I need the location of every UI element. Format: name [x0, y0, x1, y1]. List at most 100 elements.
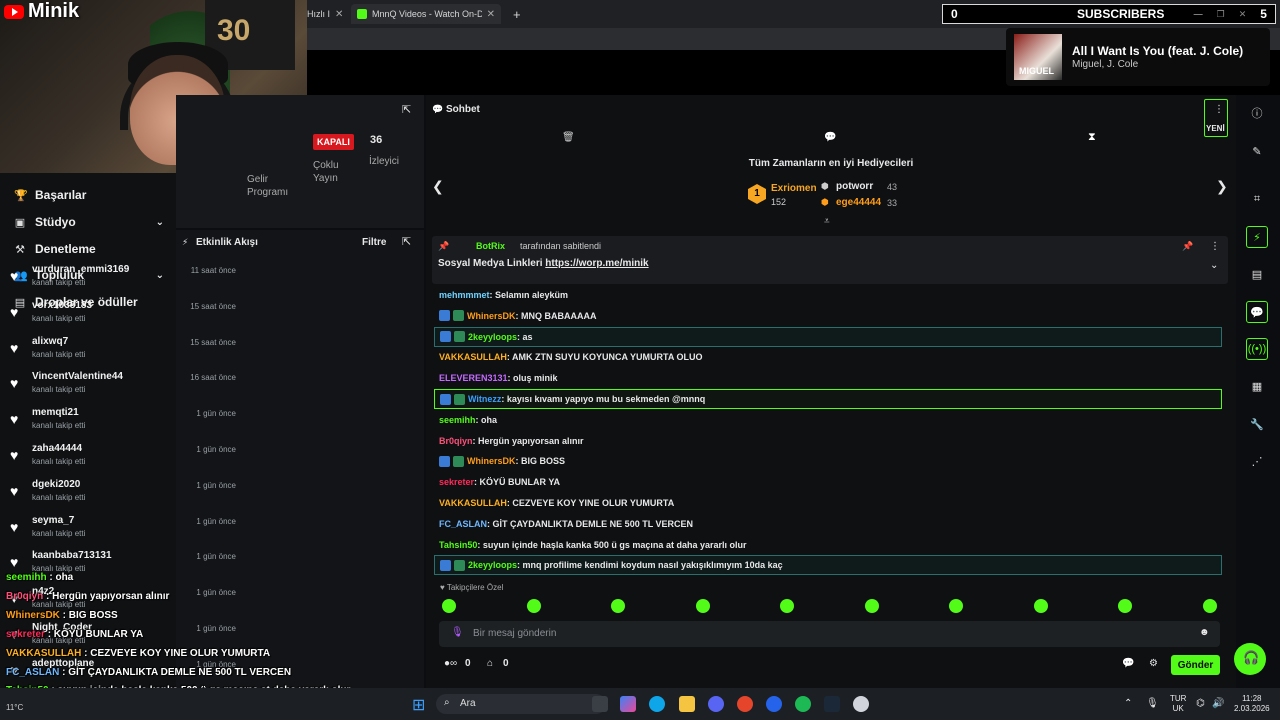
chat-username[interactable]: Br0qiyn — [439, 436, 473, 446]
chat-message[interactable]: Br0qiyn: Hergün yapıyorsan alınır — [434, 431, 1222, 451]
app-icon[interactable] — [766, 696, 782, 712]
kebab-menu-icon[interactable]: ⋮ — [1210, 241, 1220, 252]
chat-message[interactable]: 2keyyloops: mnq profilime kendimi koydum… — [434, 555, 1222, 576]
activity-user[interactable]: VincentValentine44 — [32, 371, 123, 382]
chat-username[interactable]: WhinersDK — [467, 456, 516, 466]
taskbar-search[interactable]: ⌕ Ara — [436, 694, 606, 714]
activity-user[interactable]: dgeki2020 — [32, 479, 80, 490]
mic-icon[interactable]: 🎙 — [451, 627, 464, 638]
activity-item[interactable]: ♥ VincentValentine44 kanalı takip etti 16 s… — [10, 371, 240, 403]
chat-input[interactable]: 🎙 Bir mesaj gönderin ☻ — [439, 621, 1220, 647]
screenshot-icon[interactable]: ⌗ — [1246, 188, 1268, 210]
chevron-left-icon[interactable]: ❮ — [432, 178, 444, 195]
chrome-icon[interactable] — [853, 696, 869, 712]
activity-user[interactable]: kaanbaba713131 — [32, 550, 112, 561]
close-tab-icon[interactable]: ✕ — [487, 9, 495, 20]
activity-item[interactable]: ♥ memqti21 kanalı takip etti 1 gün önce — [10, 407, 240, 439]
document-icon[interactable]: ▤ — [1246, 263, 1268, 285]
activity-user[interactable]: vurduran_emmi3169 — [32, 264, 129, 275]
activity-item[interactable]: ♥ zaha44444 kanalı takip etti 1 gün önce — [10, 443, 240, 475]
emote-icon[interactable] — [611, 599, 625, 613]
chat-message[interactable]: FC_ASLAN: GİT ÇAYDANLIKTA DEMLE NE 500 T… — [434, 514, 1222, 534]
hourglass-icon[interactable]: ⧗ — [1088, 131, 1096, 144]
language-indicator[interactable]: TUR UK — [1170, 694, 1186, 714]
income-program-link[interactable]: Gelir Programı — [247, 173, 288, 199]
broadcast-icon[interactable]: ((•)) — [1246, 338, 1268, 360]
activity-item[interactable]: ♥ alixwq7 kanalı takip etti 15 saat önce — [10, 336, 240, 368]
chat-username[interactable]: sekreter — [439, 477, 474, 487]
windows-start-icon[interactable]: ⊞ — [412, 695, 425, 715]
chat-icon[interactable]: 💬 — [824, 132, 836, 143]
edge-icon[interactable] — [649, 696, 665, 712]
close-tab-icon[interactable]: ✕ — [335, 9, 343, 20]
chat-username[interactable]: ELEVEREN3131 — [439, 373, 508, 383]
chat-username[interactable]: 2keyyloops — [468, 560, 517, 570]
info-icon[interactable]: ⓘ — [1246, 102, 1268, 124]
chat-username[interactable]: 2keyyloops — [468, 332, 517, 342]
chat-message[interactable]: seemihh: oha — [434, 410, 1222, 430]
emote-icon[interactable] — [949, 599, 963, 613]
activity-user[interactable]: vorx1038183 — [32, 300, 92, 311]
activity-user[interactable]: zaha44444 — [32, 443, 82, 454]
activity-user[interactable]: alixwq7 — [32, 336, 68, 347]
chat-username[interactable]: WhinersDK — [467, 311, 516, 321]
file-explorer-icon[interactable] — [679, 696, 695, 712]
nav-achievements[interactable]: 🏆 Başarılar — [14, 188, 164, 202]
activity-item[interactable]: ♥ seyma_7 kanalı takip etti 1 gün önce — [10, 515, 240, 547]
browser-tab-active[interactable]: MnnQ Videos - Watch On-Deman ✕ — [351, 4, 501, 24]
chat-message[interactable]: 2keyyloops: as — [434, 326, 1222, 347]
chevron-up-icon[interactable]: ⌃ — [1124, 698, 1132, 709]
chat-username[interactable]: FC_ASLAN — [439, 519, 487, 529]
multistream-link[interactable]: Çoklu Yayın — [313, 159, 339, 185]
chat-message[interactable]: Witnezz: kayısı kıvamı yapıyo mu bu sekm… — [434, 389, 1222, 409]
chat-username[interactable]: Witnezz — [468, 394, 501, 404]
chat-username[interactable]: mehmmmet — [439, 290, 490, 300]
chevron-down-icon[interactable]: ⌄ — [1210, 260, 1218, 271]
chat-message[interactable]: VAKKASULLAH: AMK ZTN SUYU KOYUNCA YUMURT… — [434, 347, 1222, 367]
chat-message[interactable]: VAKKASULLAH: CEZVEYE KOY YINE OLUR YUMUR… — [434, 493, 1222, 513]
activity-item[interactable]: ♥ dgeki2020 kanalı takip etti 1 gün önce — [10, 479, 240, 511]
store-icon[interactable]: ⌂ — [487, 658, 493, 669]
browser-tab[interactable]: Hızlı I ✕ — [307, 4, 343, 24]
chat-bubble-icon[interactable]: 💬 — [1122, 658, 1134, 669]
emote-icon[interactable] — [1033, 599, 1048, 613]
unpin-icon[interactable]: 📌 — [1182, 241, 1193, 252]
emote-icon[interactable] — [442, 599, 456, 613]
top-gifter-name[interactable]: Exriomen — [771, 183, 817, 194]
activity-item[interactable]: ♥ vurduran_emmi3169 kanalı takip etti 11 sa… — [10, 264, 240, 296]
nav-studio[interactable]: ▣ Stüdyo ⌄ — [14, 215, 164, 229]
send-button[interactable]: Gönder — [1171, 655, 1220, 675]
chat-message[interactable]: WhinersDK: MNQ BABAAAAA — [434, 306, 1222, 326]
activity-user[interactable]: seyma_7 — [32, 515, 74, 526]
emote-icon[interactable] — [1118, 599, 1132, 613]
chat-message[interactable]: WhinersDK: BIG BOSS — [434, 451, 1222, 471]
gifter-name[interactable]: ege44444 — [836, 197, 881, 208]
chat-username[interactable]: VAKKASULLAH — [439, 498, 507, 508]
emote-icon[interactable] — [695, 599, 710, 613]
chat-message[interactable]: Tahsin50: suyun içinde haşla kanka 500 ü… — [434, 535, 1222, 555]
wrench-icon[interactable]: 🔧 — [1246, 413, 1268, 435]
help-chat-button[interactable]: 🎧 — [1234, 643, 1266, 675]
chat-username[interactable]: seemihh — [439, 415, 476, 425]
clock[interactable]: 11:28 2.03.2026 — [1234, 694, 1270, 714]
chat-message[interactable]: ELEVEREN3131: oluş minik — [434, 368, 1222, 388]
spotify-icon[interactable] — [795, 696, 811, 712]
layout-icon[interactable]: ▦ — [1246, 375, 1268, 397]
emote-icon[interactable] — [1202, 599, 1217, 613]
lightning-icon[interactable]: ⚡ — [1246, 226, 1268, 248]
chat-message[interactable]: sekreter: KÖYÜ BUNLAR YA — [434, 472, 1222, 492]
emote-icon[interactable] — [780, 599, 794, 613]
task-view-icon[interactable] — [592, 696, 608, 712]
chat-icon[interactable]: 💬 — [1246, 301, 1268, 323]
pinned-link[interactable]: https://worp.me/minik — [545, 258, 648, 269]
pinned-author[interactable]: BotRix — [476, 241, 505, 251]
browser-icon[interactable] — [737, 696, 753, 712]
chat-username[interactable]: Tahsin50 — [439, 540, 477, 550]
emote-icon[interactable] — [526, 599, 541, 613]
copilot-icon[interactable] — [620, 696, 636, 712]
new-tab-button[interactable]: + — [513, 4, 521, 24]
activity-item[interactable]: ♥ vorx1038183 kanalı takip etti 15 saat önc… — [10, 300, 240, 332]
emoji-icon[interactable]: ☻ — [1199, 627, 1210, 638]
nav-moderation[interactable]: ⚒ Denetleme — [14, 242, 164, 256]
new-messages-button[interactable]: ⋮ YENİ — [1204, 99, 1228, 137]
